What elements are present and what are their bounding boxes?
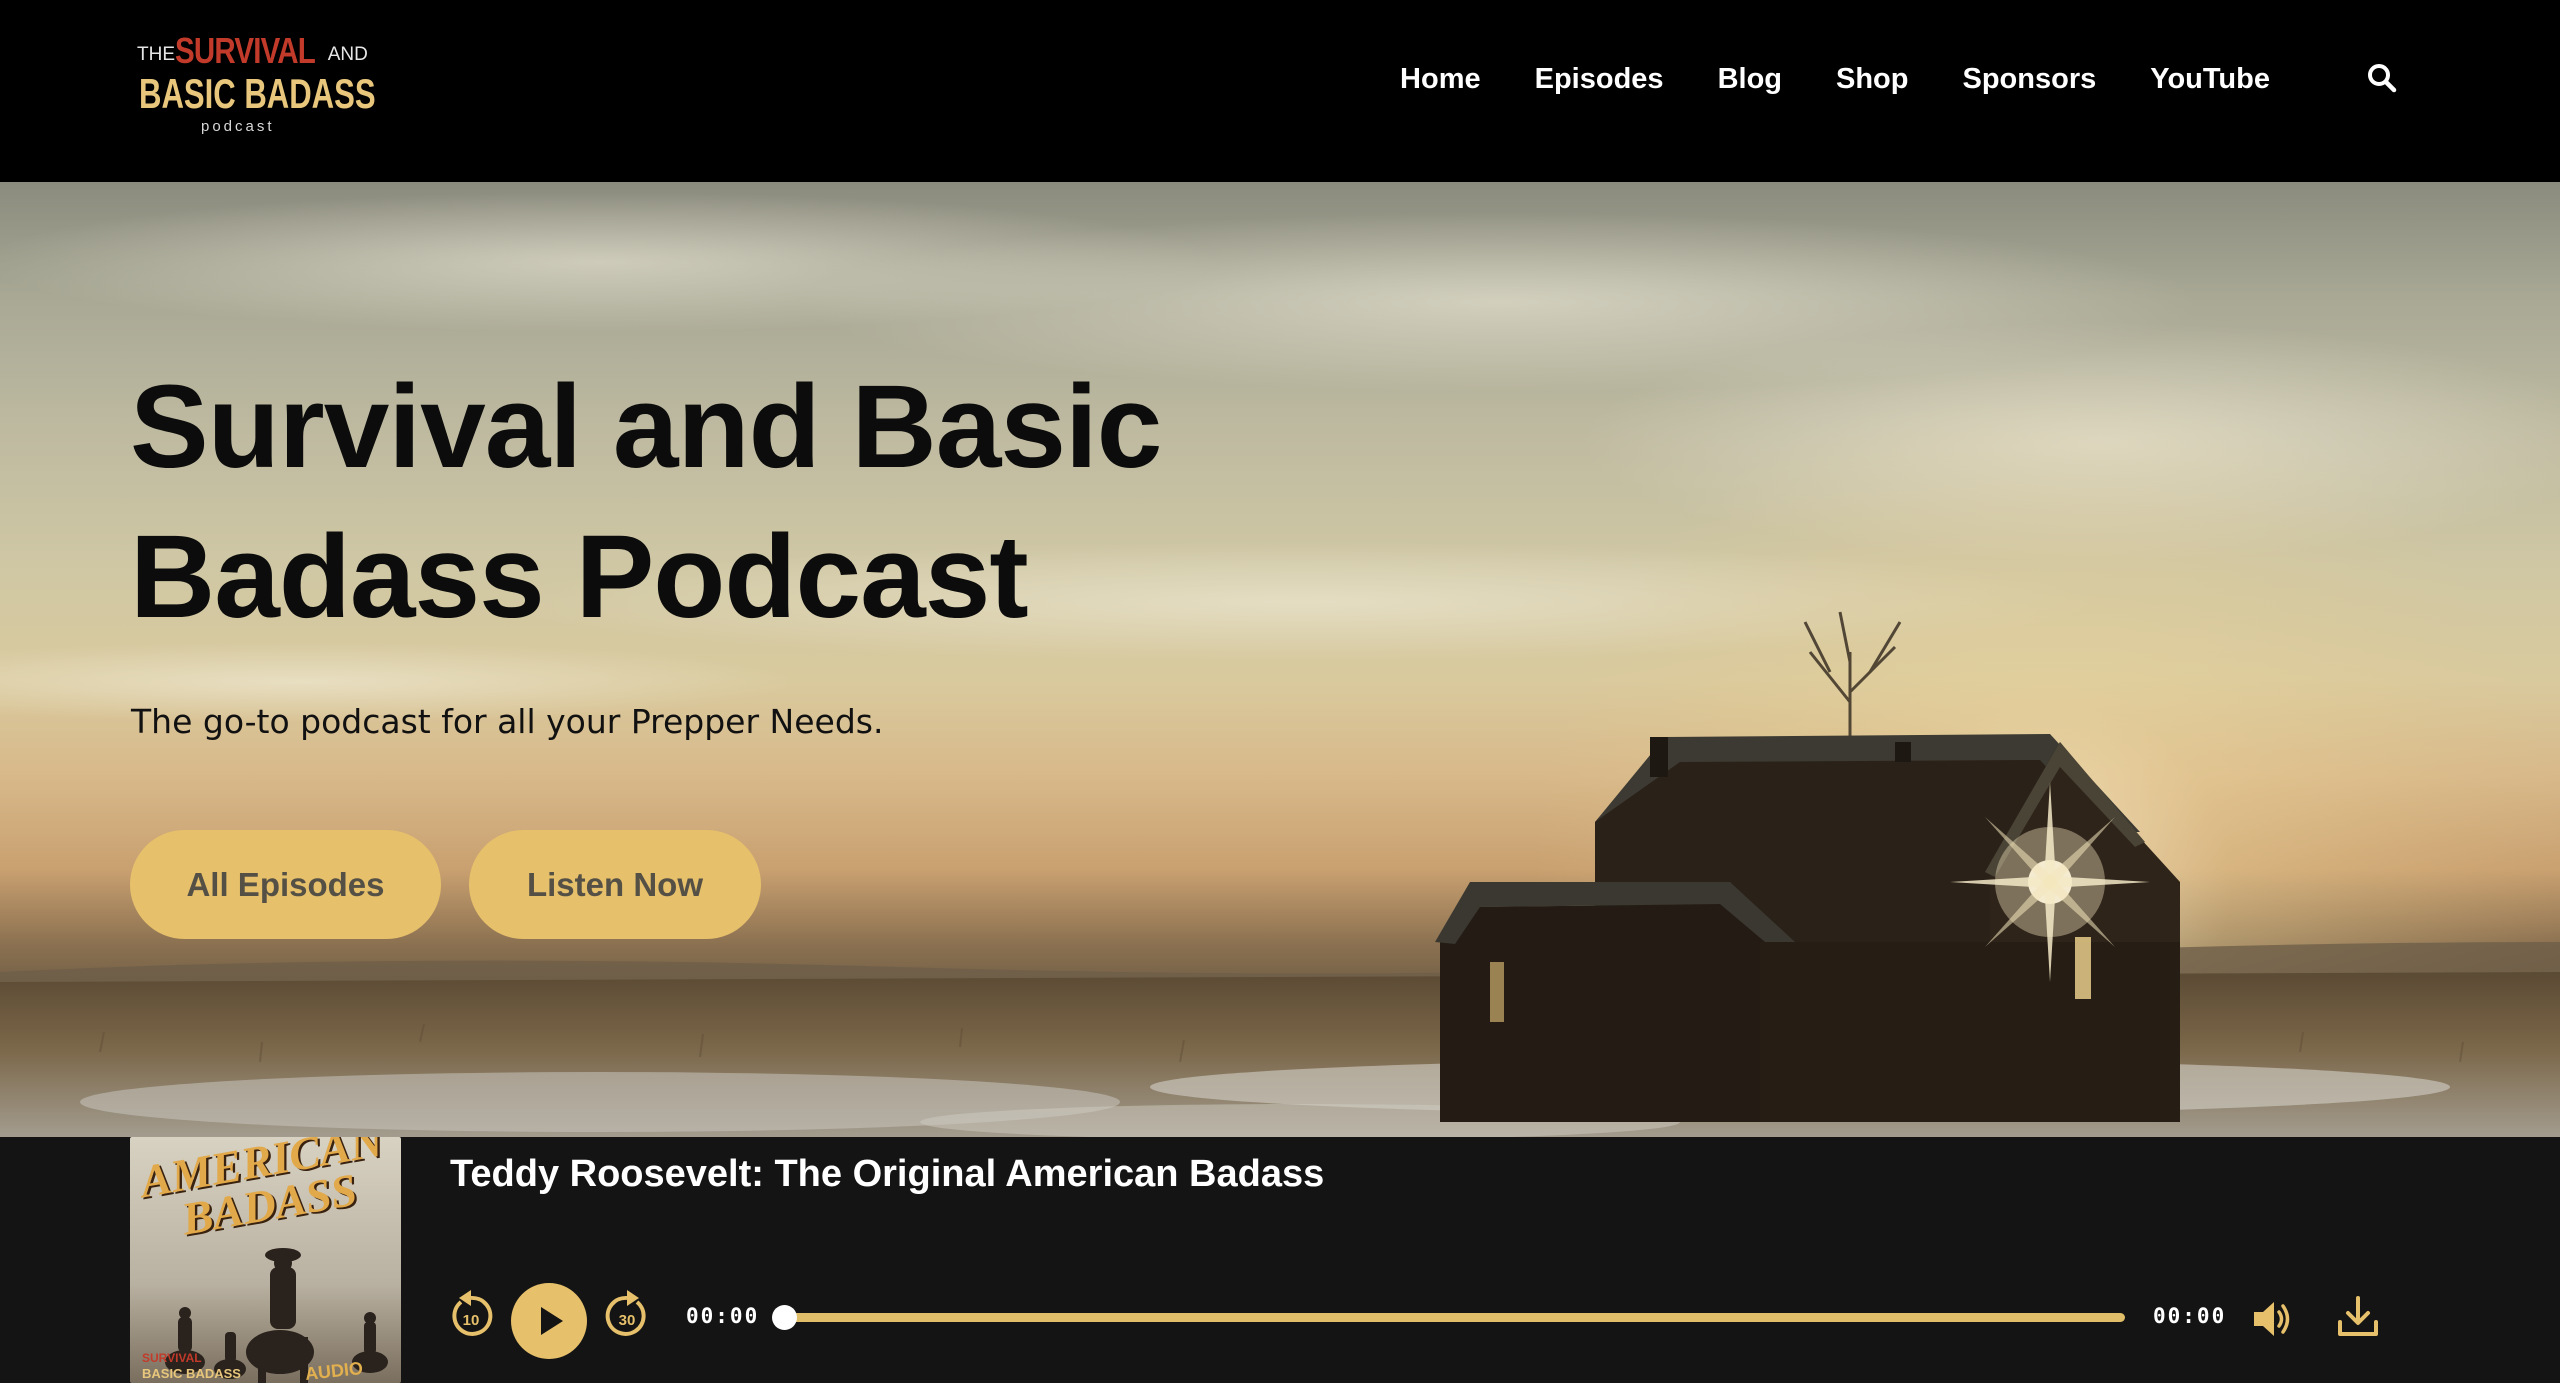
- rewind-seconds-label: 10: [463, 1312, 480, 1329]
- logo-line-1: THESURVIVAL AND: [137, 30, 368, 72]
- hero-subtitle: The go-to podcast for all your Prepper N…: [131, 702, 884, 741]
- listen-now-button[interactable]: Listen Now: [469, 830, 761, 939]
- volume-icon: [2254, 1302, 2290, 1336]
- hero-section: Survival and Basic Badass Podcast The go…: [0, 182, 2560, 1137]
- nav-item-youtube[interactable]: YouTube: [2150, 63, 2270, 96]
- current-time: 00:00: [686, 1304, 760, 1328]
- forward-seconds-label: 30: [619, 1312, 636, 1329]
- all-episodes-button[interactable]: All Episodes: [130, 830, 441, 939]
- logo-basic-badass-text: BASIC BADASS: [139, 70, 376, 117]
- site-header: THESURVIVAL AND BASIC BADASS podcast Home…: [0, 0, 2560, 182]
- cover-brand-bottom: BASIC BADASS: [142, 1366, 241, 1381]
- forward-button[interactable]: 30: [603, 1284, 651, 1338]
- nav-item-episodes[interactable]: Episodes: [1535, 63, 1664, 96]
- rewind-button[interactable]: 10: [447, 1284, 495, 1338]
- main-nav: Home Episodes Blog Shop Sponsors YouTube: [1400, 58, 2270, 100]
- logo-podcast-text: podcast: [201, 118, 275, 135]
- cover-brand-top: SURVIVAL: [142, 1351, 202, 1365]
- search-icon: [2368, 64, 2397, 93]
- logo-survival-text: SURVIVAL: [175, 30, 316, 71]
- nav-item-blog[interactable]: Blog: [1718, 63, 1782, 96]
- progress-bar[interactable]: [772, 1305, 2125, 1330]
- download-button[interactable]: [2336, 1294, 2380, 1340]
- nav-item-sponsors[interactable]: Sponsors: [1963, 63, 2097, 96]
- play-button[interactable]: [511, 1283, 587, 1359]
- duration-time: 00:00: [2153, 1304, 2227, 1328]
- hero-background-image: [0, 182, 2560, 1137]
- download-icon: [2338, 1296, 2378, 1336]
- episode-cover-art: AMERICAN BADASS SURVIVAL BASIC BADASS AU…: [130, 1137, 401, 1383]
- rewind-10-icon: 10: [452, 1290, 493, 1336]
- nav-item-home[interactable]: Home: [1400, 63, 1481, 96]
- nav-item-shop[interactable]: Shop: [1836, 63, 1909, 96]
- episode-title: Teddy Roosevelt: The Original American B…: [450, 1153, 1325, 1195]
- volume-button[interactable]: [2250, 1297, 2294, 1341]
- site-logo[interactable]: THESURVIVAL AND BASIC BADASS podcast: [135, 22, 376, 142]
- forward-30-icon: 30: [605, 1290, 646, 1336]
- hero-title: Survival and Basic Badass Podcast: [130, 361, 1162, 643]
- audio-player: AMERICAN BADASS SURVIVAL BASIC BADASS AU…: [0, 1137, 2560, 1383]
- progress-knob[interactable]: [772, 1305, 797, 1330]
- logo-the-text: THE: [137, 44, 175, 65]
- play-icon: [541, 1307, 563, 1335]
- logo-and-text: AND: [327, 44, 368, 65]
- search-button[interactable]: [2366, 62, 2398, 94]
